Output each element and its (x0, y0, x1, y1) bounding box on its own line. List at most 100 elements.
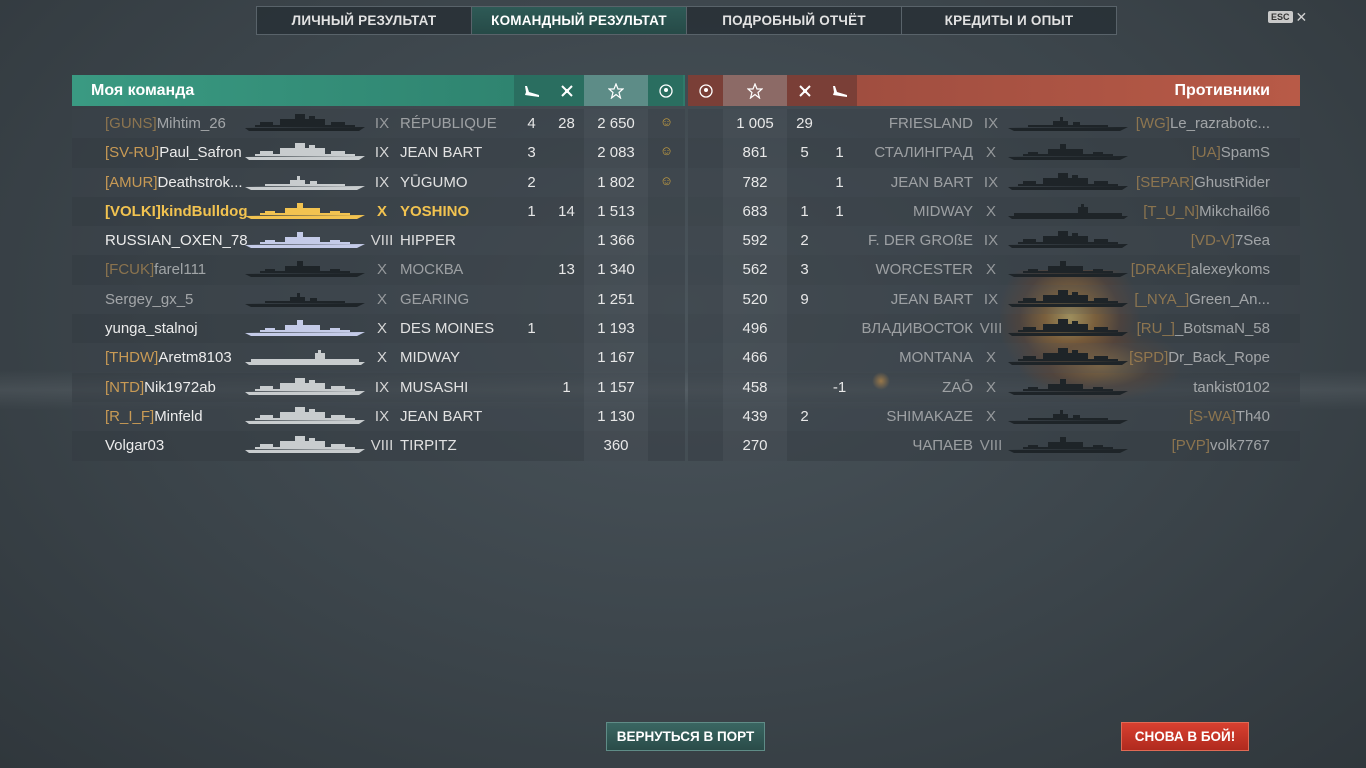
player-nickname: Th40 (1235, 407, 1270, 425)
player-nickname: Dr_Back_Rope (1168, 349, 1270, 367)
planes-shot-icon[interactable] (514, 75, 549, 106)
ship-tier: X (985, 407, 996, 425)
player-nickname: Mikchail66 (1199, 202, 1270, 220)
exp-value: 1 366 (597, 232, 635, 250)
tab-team-result[interactable]: КОМАНДНЫЙ РЕЗУЛЬТАТ (472, 7, 687, 34)
player-name[interactable]: [PVP]volk7767 (1172, 437, 1270, 454)
ship-tier: X (985, 349, 996, 367)
table-row[interactable]: 592 2 F. DER GROßE IX [VD-V]7Sea (688, 226, 1300, 256)
player-name[interactable]: [S-WA]Th40 (1189, 408, 1270, 425)
table-row[interactable]: [AMUR]Deathstrok... IX YŪGUMO 2 1 802 ☺ (72, 167, 685, 197)
player-nickname: volk7767 (1209, 437, 1270, 455)
player-name[interactable]: [DRAKE]alexeykoms (1131, 261, 1270, 278)
table-row[interactable]: yunga_stalnoj X DES MOINES 1 1 193 (72, 314, 685, 344)
player-name[interactable]: [WG]Le_razrabotc... (1136, 115, 1270, 132)
planes-value: 3 (527, 144, 536, 162)
table-row[interactable]: 683 1 1 MIDWAY X [T_U_N]Mikchail66 (688, 196, 1300, 227)
player-nickname: Paul_Safron (159, 144, 242, 162)
enemy-team-header: Противники (688, 75, 1300, 106)
table-row[interactable]: [GUNS]Mihtim_26 IX RÉPUBLIQUE 4 28 2 650 ☺ (72, 109, 685, 139)
player-name[interactable]: [RU_]_BotsmaN_58 (1137, 320, 1270, 337)
player-nickname: tankist0102 (1193, 378, 1270, 396)
return-to-port-button[interactable]: ВЕРНУТЬСЯ В ПОРТ (606, 722, 765, 751)
table-row[interactable]: 270 ЧАПАЕВ VIII [PVP]volk7767 (688, 431, 1300, 461)
star-exp-icon[interactable] (584, 75, 648, 106)
player-name[interactable]: RUSSIAN_OXEN_78 (105, 232, 248, 249)
ship-silhouette-icon (1008, 347, 1128, 367)
planes-value: 1 (527, 320, 536, 338)
table-row[interactable]: 861 5 1 СТАЛИНГРАД X [UA]SpamS (688, 138, 1300, 168)
table-row[interactable]: [R_I_F]Minfeld IX JEAN BART 1 130 (72, 401, 685, 432)
planes-value: 2 (527, 173, 536, 191)
player-name[interactable]: [FCUK]farel111 (105, 261, 206, 278)
player-name[interactable]: Volgar03 (105, 437, 164, 454)
star-exp-icon[interactable] (723, 75, 787, 106)
ship-name: JEAN BART (400, 407, 483, 425)
player-name[interactable]: [VOLKI]kindBulldog (105, 203, 247, 220)
exp-value: 466 (742, 349, 768, 367)
player-name[interactable]: Sergey_gx_5 (105, 291, 193, 308)
table-row[interactable]: 562 3 WORCESTER X [DRAKE]alexeykoms (688, 255, 1300, 285)
clan-tag: [S-WA] (1188, 407, 1236, 425)
table-row[interactable]: 496 ВЛАДИВОСТОК VIII [RU_]_BotsmaN_58 (688, 314, 1300, 344)
tab-detailed-report[interactable]: ПОДРОБНЫЙ ОТЧЁТ (687, 7, 902, 34)
ship-tier: IX (374, 173, 390, 191)
planes-shot-icon[interactable] (822, 75, 857, 106)
player-name[interactable]: [NTD]Nik1972ab (105, 379, 216, 396)
laurel-icon[interactable] (648, 75, 683, 106)
kills-value: 3 (800, 261, 809, 279)
table-row[interactable]: 466 MONTANA X [SPD]Dr_Back_Rope (688, 343, 1300, 373)
battle-again-button[interactable]: СНОВА В БОЙ! (1121, 722, 1249, 751)
ship-name: WORCESTER (875, 261, 974, 279)
ships-destroyed-icon[interactable] (787, 75, 822, 106)
player-name[interactable]: [R_I_F]Minfeld (105, 408, 203, 425)
player-name[interactable]: [THDW]Aretm8103 (105, 349, 232, 366)
exp-value: 458 (742, 378, 768, 396)
table-row[interactable]: [THDW]Aretm8103 X MIDWAY 1 167 (72, 343, 685, 373)
player-name[interactable]: [SPD]Dr_Back_Rope (1129, 349, 1270, 366)
ship-tier: X (376, 349, 387, 367)
player-name[interactable]: [SV-RU]Paul_Safron (105, 144, 242, 161)
table-row[interactable]: [NTD]Nik1972ab IX MUSASHI 1 1 157 (72, 372, 685, 402)
player-name[interactable]: [VD-V]7Sea (1191, 232, 1270, 249)
ship-tier: IX (983, 115, 999, 132)
ship-silhouette-icon (245, 142, 365, 162)
exp-value: 360 (603, 437, 629, 455)
table-row[interactable]: 782 1 JEAN BART IX [SEPAR]GhustRider (688, 167, 1300, 197)
player-name[interactable]: tankist0102 (1193, 379, 1270, 396)
close-button[interactable]: ESC ✕ (1268, 10, 1307, 24)
kills-value: 13 (558, 261, 575, 279)
player-name[interactable]: [AMUR]Deathstrok... (105, 174, 243, 191)
table-row[interactable]: 520 9 JEAN BART IX [_NYA_]Green_An... (688, 284, 1300, 315)
tab-personal-result[interactable]: ЛИЧНЫЙ РЕЗУЛЬТАТ (257, 7, 472, 34)
table-row[interactable]: Volgar03 VIII TIRPITZ 360 (72, 431, 685, 461)
player-name[interactable]: [UA]SpamS (1192, 144, 1270, 161)
table-row[interactable]: [VOLKI]kindBulldog X YOSHINO 1 14 1 513 (72, 196, 685, 227)
ship-silhouette-icon (1008, 142, 1128, 162)
player-name[interactable]: [SEPAR]GhustRider (1136, 174, 1270, 191)
ships-destroyed-icon[interactable] (549, 75, 584, 106)
table-row[interactable]: Sergey_gx_5 X GEARING 1 251 (72, 284, 685, 315)
player-name[interactable]: [GUNS]Mihtim_26 (105, 115, 226, 132)
table-row[interactable]: RUSSIAN_OXEN_78 VIII HIPPER 1 366 (72, 226, 685, 256)
ship-silhouette-icon (1008, 435, 1128, 455)
kills-value: 2 (800, 407, 809, 425)
ship-tier: X (985, 202, 996, 220)
table-row[interactable]: 1 005 29 FRIESLAND IX [WG]Le_razrabotc... (688, 109, 1300, 139)
ship-silhouette-icon (1008, 377, 1128, 397)
tab-credits-exp[interactable]: КРЕДИТЫ И ОПЫТ (902, 7, 1116, 34)
table-row[interactable]: [FCUK]farel111 X МОСКВА 13 1 340 (72, 255, 685, 285)
table-row[interactable]: 458 -1 ZAŌ Xtankist0102 (688, 372, 1300, 402)
player-name[interactable]: yunga_stalnoj (105, 320, 198, 337)
ship-name: JEAN BART (890, 290, 973, 308)
ship-name: SHIMAKAZE (886, 407, 973, 425)
ship-name: MIDWAY (400, 349, 460, 367)
table-row[interactable]: 439 2 SHIMAKAZE X [S-WA]Th40 (688, 401, 1300, 432)
laurel-icon[interactable] (688, 75, 723, 106)
ship-tier: IX (374, 378, 390, 396)
clan-tag: [VD-V] (1190, 232, 1235, 250)
player-name[interactable]: [T_U_N]Mikchail66 (1143, 203, 1270, 220)
player-name[interactable]: [_NYA_]Green_An... (1134, 291, 1270, 308)
table-row[interactable]: [SV-RU]Paul_Safron IX JEAN BART 3 2 083 ☺ (72, 138, 685, 168)
ship-silhouette-icon (245, 347, 365, 367)
